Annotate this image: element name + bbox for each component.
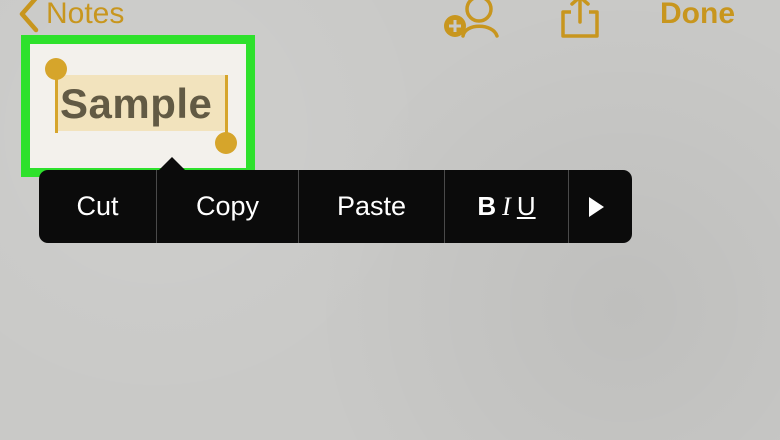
play-right-icon <box>589 196 604 217</box>
add-person-button[interactable] <box>441 0 499 40</box>
paste-button[interactable]: Paste <box>299 170 445 243</box>
share-button[interactable] <box>557 0 603 40</box>
menu-pointer <box>159 157 185 170</box>
copy-button[interactable]: Copy <box>157 170 299 243</box>
back-label: Notes <box>46 0 125 30</box>
add-person-icon <box>444 0 499 38</box>
more-button[interactable] <box>569 170 632 243</box>
selection-start-handle[interactable] <box>45 58 67 80</box>
selection-end-handle[interactable] <box>215 132 237 154</box>
underline-label: U <box>516 191 536 221</box>
chevron-left-icon <box>19 0 39 33</box>
note-text[interactable]: Sample <box>60 80 212 128</box>
cut-button[interactable]: Cut <box>39 170 157 243</box>
selection-start-line <box>55 75 58 133</box>
format-button[interactable]: B I U <box>445 170 569 243</box>
selection-highlight-box: Sample <box>21 35 255 177</box>
edit-menu: Cut Copy Paste B I U <box>39 157 632 243</box>
italic-label: I <box>502 191 511 221</box>
bold-label: B <box>477 191 497 221</box>
navigation-bar: Notes Done <box>0 0 780 38</box>
share-icon <box>561 0 599 38</box>
selection-end-line <box>225 75 228 133</box>
back-button[interactable]: Notes <box>14 0 124 34</box>
done-button[interactable]: Done <box>660 0 735 34</box>
